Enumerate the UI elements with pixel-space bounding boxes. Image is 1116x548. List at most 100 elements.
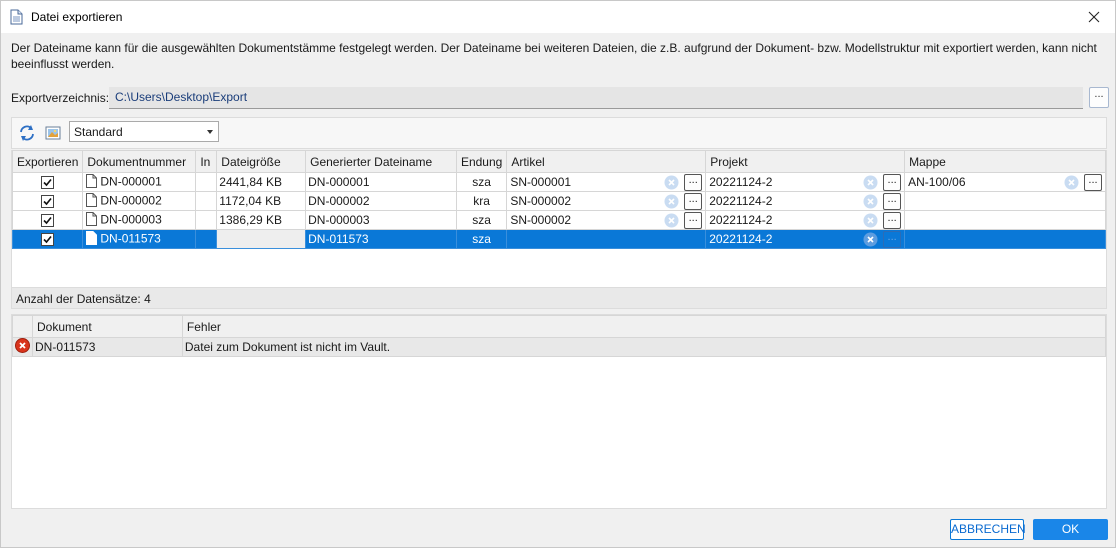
close-button[interactable] <box>1073 1 1115 33</box>
mappe-cell[interactable] <box>904 191 1106 211</box>
chevron-down-icon <box>207 130 213 134</box>
ext-cell: kra <box>455 191 508 211</box>
cancel-button[interactable]: ABBRECHEN <box>950 519 1026 540</box>
ext-cell: sza <box>455 172 508 192</box>
projekt-browse-button[interactable]: ... <box>883 174 902 191</box>
clear-circle-icon[interactable] <box>863 213 878 228</box>
column-header-projekt[interactable]: Projekt <box>705 150 906 173</box>
table-row[interactable]: DN-011573 DN-011573 sza 20221124-2... <box>11 229 1106 249</box>
clear-circle-icon[interactable] <box>1064 175 1079 190</box>
artikel-cell[interactable]: SN-000002... <box>506 210 707 230</box>
projekt-browse-button[interactable]: ... <box>883 231 902 248</box>
artikel-browse-button[interactable]: ... <box>684 212 703 229</box>
size-value: 2441,84 KB <box>219 175 283 189</box>
export-dialog: Datei exportieren Der Dateiname kann für… <box>0 0 1116 548</box>
projekt-browse-button[interactable]: ... <box>883 193 902 210</box>
clear-circle-icon[interactable] <box>664 175 679 190</box>
filename-cell[interactable]: DN-000003 <box>305 210 457 230</box>
artikel-browse-button[interactable]: ... <box>684 193 703 210</box>
size-cell <box>216 229 307 249</box>
image-view-icon[interactable] <box>44 124 62 142</box>
projekt-cell[interactable]: 20221124-2... <box>705 229 906 249</box>
table-row[interactable]: DN-000003 1386,29 KB DN-000003 sza SN-000002… <box>11 210 1106 230</box>
ext-value: sza <box>472 175 491 189</box>
document-icon <box>86 230 98 248</box>
filename-cell[interactable]: DN-000001 <box>305 172 457 192</box>
document-icon <box>10 9 23 25</box>
filename-value: DN-000001 <box>308 175 370 189</box>
column-header-artikel[interactable]: Artikel <box>506 150 707 173</box>
mappe-cell[interactable]: AN-100/06... <box>904 172 1106 192</box>
artikel-value: SN-000002 <box>510 213 572 227</box>
size-cell: 2441,84 KB <box>216 172 307 192</box>
column-header-in[interactable]: In <box>195 150 218 173</box>
filename-cell[interactable]: DN-000002 <box>305 191 457 211</box>
mappe-cell[interactable] <box>904 229 1106 249</box>
grid-header-row: Exportieren Dokumentnummer In Dateigröße… <box>11 150 1106 173</box>
projekt-browse-button[interactable]: ... <box>883 212 902 229</box>
view-select-value: Standard <box>74 125 123 139</box>
artikel-browse-button[interactable]: ... <box>684 174 703 191</box>
artikel-value: SN-000002 <box>510 194 572 208</box>
docnr-cell: DN-000001 <box>82 172 197 192</box>
size-cell: 1386,29 KB <box>216 210 307 230</box>
clear-circle-icon[interactable] <box>863 194 878 209</box>
document-icon <box>86 173 98 191</box>
docnr-value: DN-000001 <box>100 174 162 189</box>
mappe-value <box>907 232 908 246</box>
clear-circle-icon[interactable] <box>863 175 878 190</box>
error-row[interactable]: DN-011573 Datei zum Dokument ist nicht im… <box>12 337 1107 357</box>
refresh-icon[interactable] <box>18 124 36 142</box>
artikel-cell[interactable] <box>506 229 707 249</box>
errors-body: DN-011573 Datei zum Dokument ist nicht im… <box>12 337 1107 357</box>
size-value: 1172,04 KB <box>219 194 282 208</box>
artikel-cell[interactable]: SN-000002... <box>506 191 707 211</box>
column-header-error[interactable]: Fehler <box>181 315 1107 338</box>
projekt-cell[interactable]: 20221124-2... <box>705 172 906 192</box>
clear-circle-icon[interactable] <box>863 232 878 247</box>
dialog-description: Der Dateiname kann für die ausgewählten … <box>11 41 1097 71</box>
export-checkbox-cell[interactable] <box>11 191 84 211</box>
column-header-size[interactable]: Dateigröße <box>216 150 307 173</box>
column-header-export[interactable]: Exportieren <box>11 150 84 173</box>
clear-circle-icon[interactable] <box>664 194 679 209</box>
document-icon <box>86 192 98 210</box>
mappe-value <box>907 194 908 208</box>
docnr-cell: DN-000002 <box>82 191 197 211</box>
clear-circle-icon[interactable] <box>664 213 679 228</box>
ext-cell: sza <box>455 229 508 249</box>
export-checkbox-cell[interactable] <box>11 210 84 230</box>
export-checkbox-cell[interactable] <box>11 229 84 249</box>
column-header-docnr[interactable]: Dokumentnummer <box>82 150 197 173</box>
ext-value: sza <box>472 213 491 227</box>
mappe-browse-button[interactable]: ... <box>1084 174 1102 191</box>
projekt-value: 20221124-2 <box>709 232 773 246</box>
artikel-cell[interactable]: SN-000001... <box>506 172 707 192</box>
column-header-mappe[interactable]: Mappe <box>904 150 1106 173</box>
browse-button[interactable]: ... <box>1089 87 1109 108</box>
column-header-filename[interactable]: Generierter Dateiname <box>305 150 457 173</box>
export-checkbox[interactable] <box>41 233 55 247</box>
docnr-value: DN-011573 <box>100 231 161 246</box>
documents-grid: Exportieren Dokumentnummer In Dateigröße… <box>11 150 1107 287</box>
column-header-ext[interactable]: Endung <box>455 150 508 173</box>
column-header-document[interactable]: Dokument <box>32 315 183 338</box>
table-row[interactable]: DN-000001 2441,84 KB DN-000001 sza SN-000001… <box>11 172 1106 192</box>
view-select[interactable]: Standard <box>69 121 219 142</box>
ok-button[interactable]: OK <box>1033 519 1108 540</box>
export-checkbox[interactable] <box>41 176 55 190</box>
export-checkbox[interactable] <box>41 214 55 228</box>
export-checkbox-cell[interactable] <box>11 172 84 192</box>
table-row[interactable]: DN-000002 1172,04 KB DN-000002 kra SN-000002… <box>11 191 1106 211</box>
projekt-cell[interactable]: 20221124-2... <box>705 210 906 230</box>
export-checkbox[interactable] <box>41 195 55 209</box>
docnr-cell: DN-000003 <box>82 210 197 230</box>
mappe-cell[interactable] <box>904 210 1106 230</box>
in-cell <box>195 210 218 230</box>
errors-header-row: Dokument Fehler <box>12 315 1107 338</box>
export-directory-field[interactable]: C:\Users\Desktop\Export <box>109 87 1083 109</box>
filename-cell[interactable]: DN-011573 <box>305 229 457 249</box>
artikel-value <box>509 232 510 246</box>
mappe-value <box>907 213 908 227</box>
projekt-cell[interactable]: 20221124-2... <box>705 191 906 211</box>
